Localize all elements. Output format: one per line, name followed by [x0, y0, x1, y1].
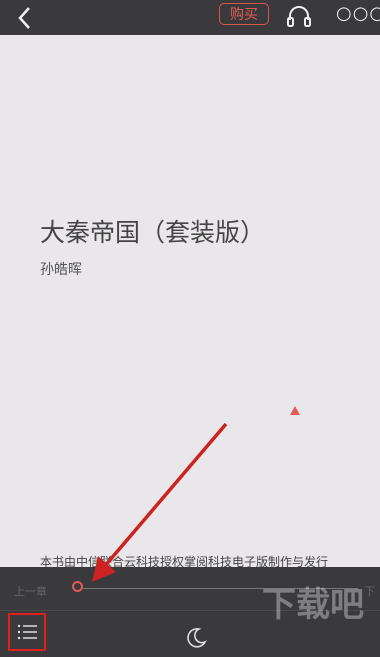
buy-button[interactable]: 购买 — [219, 3, 269, 25]
watermark: 下载吧 — [262, 585, 364, 625]
toc-icon — [17, 624, 37, 640]
book-title: 大秦帝国（套装版） — [40, 218, 266, 247]
book-author: 孙皓晖 — [40, 262, 82, 278]
top-toolbar: 购买 ○○○ — [0, 0, 380, 35]
headphones-icon[interactable] — [286, 4, 312, 28]
toc-button[interactable] — [8, 613, 46, 651]
next-chapter-button[interactable]: 下 — [364, 583, 375, 599]
prev-chapter-button[interactable]: 上一章 — [14, 583, 47, 599]
bookmark-marker-icon — [290, 406, 300, 415]
progress-thumb[interactable] — [72, 581, 83, 592]
back-icon[interactable] — [12, 5, 38, 31]
moon-icon[interactable] — [184, 626, 208, 650]
more-icon[interactable]: ○○○ — [336, 4, 380, 24]
book-page — [0, 35, 380, 567]
